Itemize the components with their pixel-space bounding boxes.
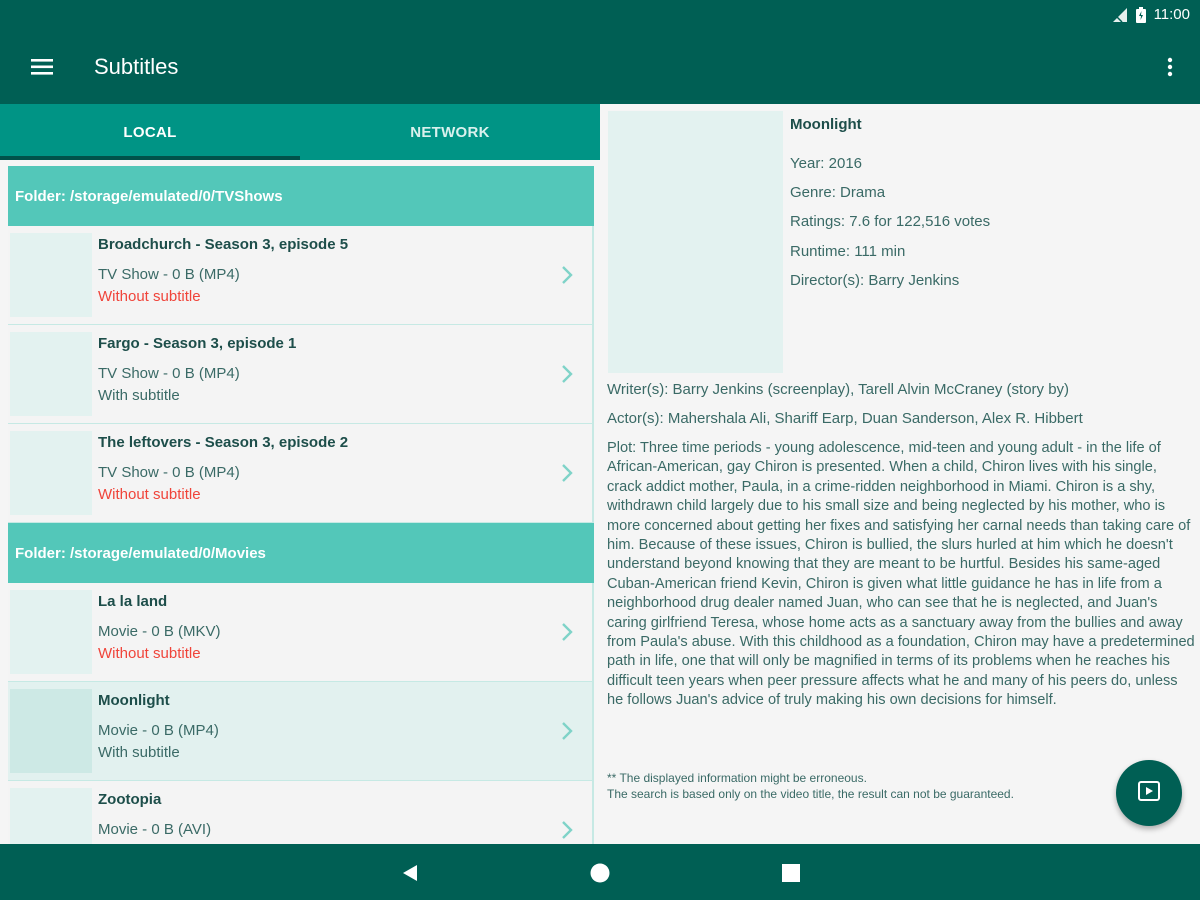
- item-meta: Movie - 0 B (MP4): [98, 722, 219, 739]
- item-subtitle-status: Without subtitle: [98, 486, 201, 503]
- movie-plot: Plot: Three time periods - young adolesc…: [607, 440, 1195, 709]
- movie-year: Year: 2016: [790, 155, 863, 172]
- back-icon[interactable]: [399, 862, 421, 884]
- item-meta: TV Show - 0 B (MP4): [98, 266, 240, 283]
- video-thumbnail: [10, 590, 92, 674]
- item-title: La la land: [98, 593, 168, 610]
- item-subtitle-status: With subtitle: [98, 387, 180, 404]
- signal-icon: [1112, 7, 1128, 23]
- movie-detail-pane: Moonlight Year: 2016 Genre: Drama Rating…: [600, 104, 1200, 844]
- item-subtitle-status: With subtitle: [98, 744, 180, 761]
- chevron-right-icon: [560, 264, 574, 286]
- app-bar: Subtitles: [0, 32, 1200, 104]
- list-item[interactable]: The leftovers - Season 3, episode 2 TV S…: [8, 424, 594, 523]
- chevron-right-icon: [560, 819, 574, 841]
- video-thumbnail: [10, 788, 92, 844]
- tab-local[interactable]: LOCAL: [0, 104, 300, 160]
- tab-network[interactable]: NETWORK: [300, 104, 600, 160]
- status-time: 11:00: [1153, 6, 1190, 23]
- folder-header-tvshows: Folder: /storage/emulated/0/TVShows: [8, 166, 594, 226]
- video-thumbnail: [10, 689, 92, 773]
- status-bar: 11:00: [0, 0, 1200, 32]
- item-title: The leftovers - Season 3, episode 2: [98, 434, 349, 451]
- disclaimer-line: ** The displayed information might be er…: [607, 771, 867, 785]
- item-meta: Movie - 0 B (AVI): [98, 821, 212, 838]
- recents-icon[interactable]: [780, 862, 802, 884]
- video-thumbnail: [10, 431, 92, 515]
- list-item[interactable]: Broadchurch - Season 3, episode 5 TV Sho…: [8, 226, 594, 325]
- disclaimer: ** The displayed information might be er…: [607, 770, 1014, 802]
- home-icon[interactable]: [589, 862, 611, 884]
- status-icons: 11:00: [1112, 6, 1190, 23]
- more-vert-icon[interactable]: [1164, 54, 1176, 80]
- play-video-icon: [1137, 779, 1161, 808]
- chevron-right-icon: [560, 363, 574, 385]
- tab-indicator: [0, 156, 300, 160]
- app-title: Subtitles: [94, 54, 179, 79]
- movie-actors: Actor(s): Mahershala Ali, Shariff Earp, …: [607, 410, 1083, 427]
- movie-runtime: Runtime: 111 min: [790, 243, 906, 260]
- video-thumbnail: [10, 332, 92, 416]
- chevron-right-icon: [560, 720, 574, 742]
- movie-poster: [608, 111, 783, 373]
- tab-bar: LOCAL NETWORK: [0, 104, 600, 160]
- movie-writers: Writer(s): Barry Jenkins (screenplay), T…: [607, 381, 1070, 398]
- item-subtitle-status: Without subtitle: [98, 645, 201, 662]
- video-list[interactable]: Folder: /storage/emulated/0/TVShows Broa…: [8, 166, 594, 844]
- chevron-right-icon: [560, 621, 574, 643]
- item-meta: Movie - 0 B (MKV): [98, 623, 221, 640]
- chevron-right-icon: [560, 462, 574, 484]
- item-meta: TV Show - 0 B (MP4): [98, 464, 240, 481]
- movie-title: Moonlight: [790, 116, 862, 133]
- list-item-selected[interactable]: Moonlight Movie - 0 B (MP4) With subtitl…: [8, 682, 594, 781]
- movie-genre: Genre: Drama: [790, 184, 886, 201]
- item-title: Broadchurch - Season 3, episode 5: [98, 236, 349, 253]
- play-video-button[interactable]: [1116, 760, 1182, 826]
- list-item[interactable]: Fargo - Season 3, episode 1 TV Show - 0 …: [8, 325, 594, 424]
- list-item[interactable]: Zootopia Movie - 0 B (AVI): [8, 781, 594, 844]
- disclaimer-line: The search is based only on the video ti…: [607, 787, 1014, 801]
- folder-header-movies: Folder: /storage/emulated/0/Movies: [8, 523, 594, 583]
- battery-icon: [1135, 6, 1146, 23]
- item-title: Moonlight: [98, 692, 170, 709]
- item-title: Zootopia: [98, 791, 162, 808]
- item-meta: TV Show - 0 B (MP4): [98, 365, 240, 382]
- video-thumbnail: [10, 233, 92, 317]
- movie-directors: Director(s): Barry Jenkins: [790, 272, 960, 289]
- item-subtitle-status: Without subtitle: [98, 288, 201, 305]
- item-title: Fargo - Season 3, episode 1: [98, 335, 297, 352]
- list-item[interactable]: La la land Movie - 0 B (MKV) Without sub…: [8, 583, 594, 682]
- system-nav-bar: [0, 844, 1200, 900]
- menu-icon[interactable]: [30, 54, 56, 80]
- movie-ratings: Ratings: 7.6 for 122,516 votes: [790, 213, 991, 230]
